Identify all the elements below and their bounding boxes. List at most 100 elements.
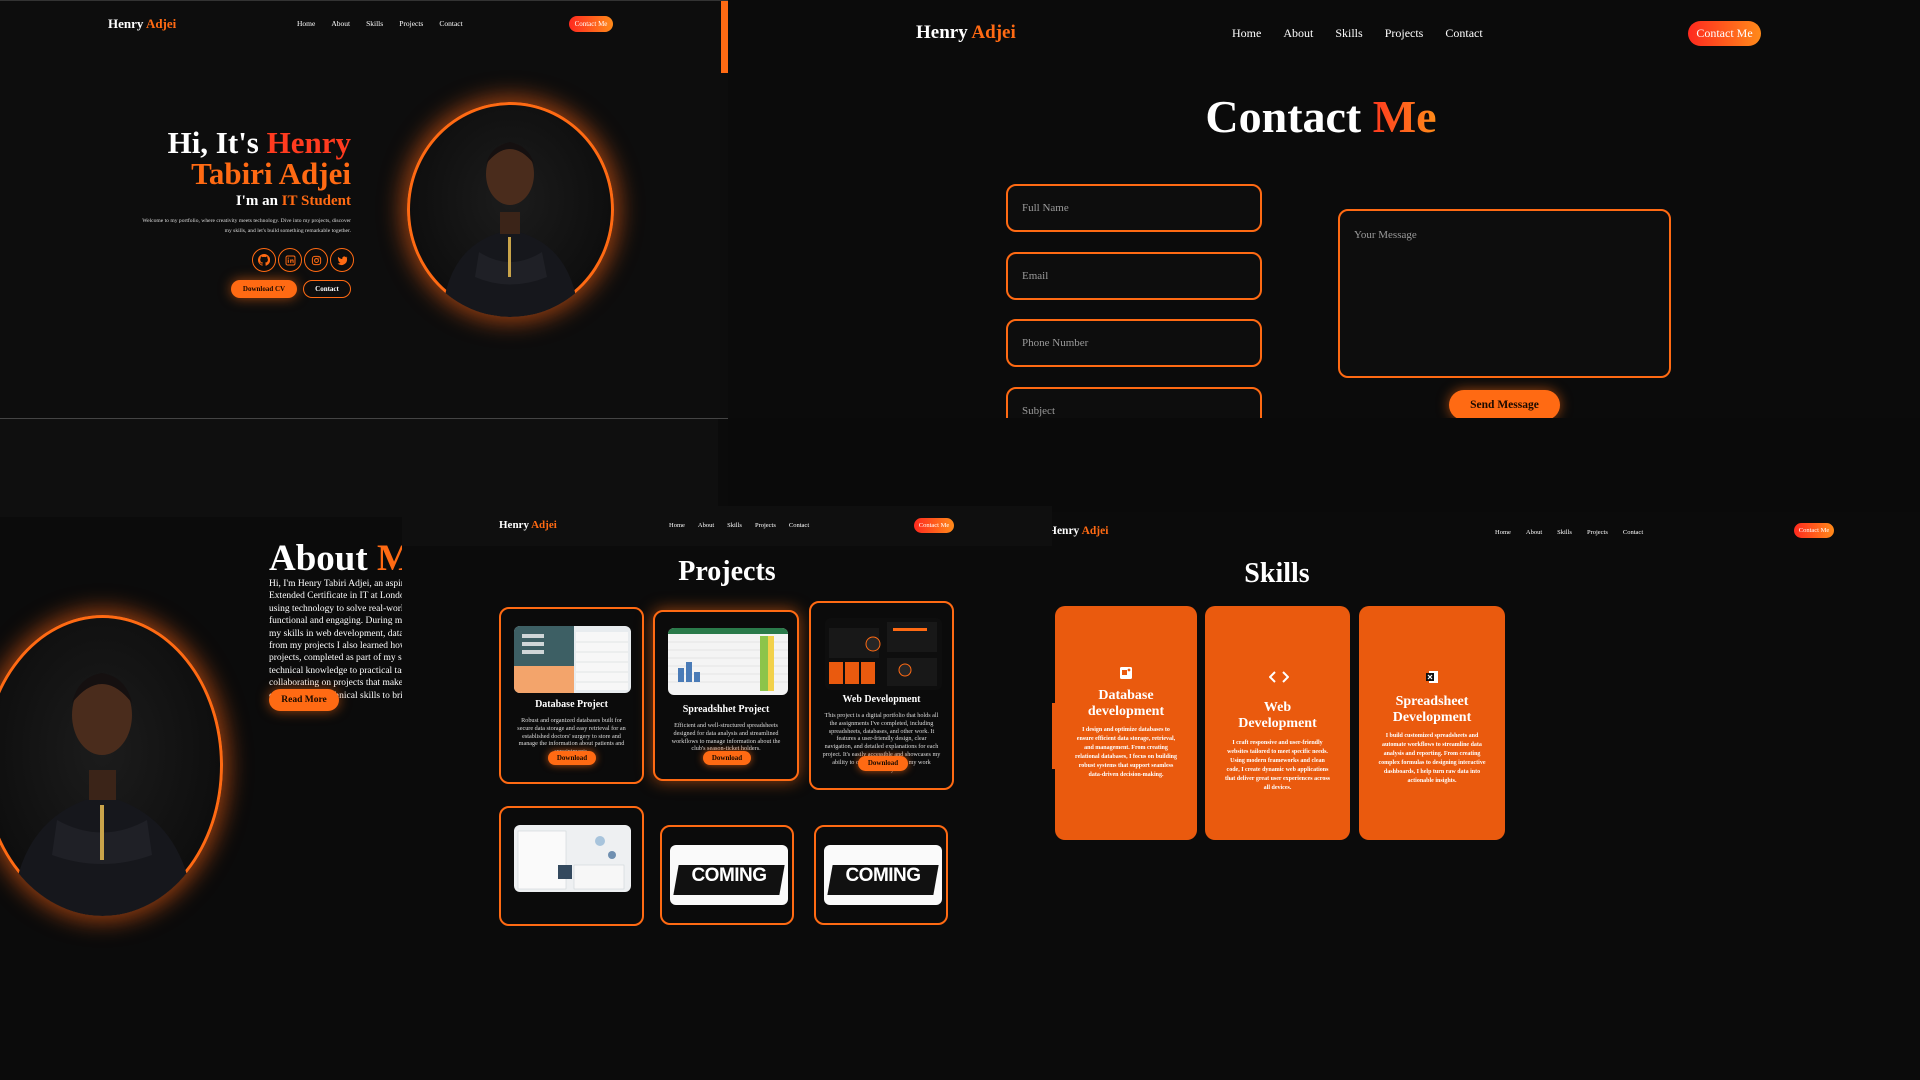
projects-title: Projects xyxy=(678,556,776,587)
skill-title-line1: Web xyxy=(1263,700,1292,715)
skills-nav-cta-button[interactable]: Contact Me xyxy=(1794,523,1834,538)
about-line: my skills in web development, database xyxy=(269,628,405,639)
hero-intro-line2: my skills, and let's build something rem… xyxy=(224,228,351,234)
contact-nav-about[interactable]: About xyxy=(1283,26,1313,41)
phone-input[interactable]: Phone Number xyxy=(1006,319,1262,367)
coming-soon-thumbnail: COMING xyxy=(670,845,788,905)
skills-brand-logo[interactable]: Henry Adjei xyxy=(1052,525,1108,537)
hero-first-name: Henry xyxy=(266,125,351,160)
contact-me-button[interactable]: Contact Me xyxy=(569,16,613,32)
code-icon xyxy=(1268,670,1290,684)
skill-title-line2: Development xyxy=(1238,716,1317,732)
projects-navbar: Henry Adjei Home About Skills Projects C… xyxy=(402,506,1052,546)
message-textarea[interactable]: Your Message xyxy=(1338,209,1671,378)
project-download-button[interactable]: Download xyxy=(548,751,596,765)
about-profile-photo xyxy=(0,615,223,916)
nav-projects[interactable]: Projects xyxy=(399,19,423,28)
projects-brand-logo[interactable]: Henry Adjei xyxy=(499,519,557,531)
contact-nav-contact[interactable]: Contact xyxy=(1445,26,1482,41)
project-thumbnail xyxy=(514,626,631,693)
coming-soon-label: COMING xyxy=(691,865,767,886)
send-message-button[interactable]: Send Message xyxy=(1449,390,1560,418)
hero-intro: Welcome to my portfolio, where creativit… xyxy=(142,216,351,236)
projects-nav-links: Home About Skills Projects Contact xyxy=(669,522,809,529)
about-top-strip xyxy=(0,419,718,517)
brand-first: Henry xyxy=(108,16,144,31)
projects-nav-home[interactable]: Home xyxy=(669,522,685,529)
instagram-icon[interactable] xyxy=(304,248,328,272)
twitter-icon[interactable] xyxy=(330,248,354,272)
about-line: Hi, I'm Henry Tabiri Adjei, an aspiring … xyxy=(269,579,405,589)
contact-title: Contact Me xyxy=(728,90,1920,143)
orange-edge-bar xyxy=(721,1,728,73)
excel-icon xyxy=(1425,670,1439,684)
about-line: functional and engaging. During my co xyxy=(269,616,405,627)
project-download-button[interactable]: Download xyxy=(858,756,908,771)
email-input[interactable]: Email xyxy=(1006,252,1262,300)
hero-profile-photo xyxy=(407,102,614,317)
nav-home[interactable]: Home xyxy=(297,19,315,28)
project-card-coming-soon-2: COMING xyxy=(814,825,948,925)
nav-contact[interactable]: Contact xyxy=(439,19,462,28)
about-line: from my projects I also learned how the xyxy=(269,641,405,652)
projects-panel: Henry Adjei Home About Skills Projects C… xyxy=(402,506,1052,1080)
skills-nav-about[interactable]: About xyxy=(1526,529,1542,536)
project-description: Efficient and well-structured spreadshee… xyxy=(671,722,781,753)
about-line: Extended Certificate in IT at London Sc xyxy=(269,591,405,602)
about-line: technical knowledge to practical tasks. … xyxy=(269,665,405,676)
skill-card-web-development: Web Development I craft responsive and u… xyxy=(1205,606,1350,840)
skills-nav-home[interactable]: Home xyxy=(1495,529,1511,536)
full-name-input[interactable]: Full Name xyxy=(1006,184,1262,232)
skill-title-line1: Database xyxy=(1098,688,1154,703)
contact-nav-projects[interactable]: Projects xyxy=(1385,26,1424,41)
project-thumbnail xyxy=(514,825,631,892)
brand-logo[interactable]: Henry Adjei xyxy=(108,16,176,32)
contact-navbar: Henry Adjei Home About Skills Projects C… xyxy=(728,0,1920,62)
hero-role: I'm an IT Student xyxy=(236,193,351,210)
skills-nav-skills[interactable]: Skills xyxy=(1557,529,1572,536)
contact-nav-links: Home About Skills Projects Contact xyxy=(1232,26,1483,41)
about-person-illustration xyxy=(12,673,194,916)
nav-skills[interactable]: Skills xyxy=(366,19,383,28)
project-download-button[interactable]: Download xyxy=(703,751,751,765)
contact-nav-home[interactable]: Home xyxy=(1232,26,1261,41)
skill-description: I design and optimize databases to ensur… xyxy=(1075,727,1177,778)
about-title-a: About xyxy=(269,538,368,579)
skill-description: I build customized spreadsheets and auto… xyxy=(1378,733,1486,784)
projects-nav-contact[interactable]: Contact xyxy=(789,522,809,529)
project-card-row2-1 xyxy=(499,806,644,926)
project-thumbnail xyxy=(825,618,942,690)
subject-input[interactable]: Subject xyxy=(1006,387,1262,418)
project-title: Web Development xyxy=(842,694,921,705)
contact-nav-cta-button[interactable]: Contact Me xyxy=(1688,21,1761,46)
download-cv-button[interactable]: Download CV xyxy=(231,280,297,298)
skill-title: Database development xyxy=(1055,688,1197,720)
skills-nav-projects[interactable]: Projects xyxy=(1587,529,1608,536)
hero-heading: Hi, It's Henry Tabiri Adjei xyxy=(168,127,351,189)
about-text: Hi, I'm Henry Tabiri Adjei, an aspiring … xyxy=(269,578,405,702)
projects-nav-projects[interactable]: Projects xyxy=(755,522,776,529)
contact-brand-logo[interactable]: Henry Adjei xyxy=(916,22,1016,44)
hero-panel: Henry Adjei Home About Skills Projects C… xyxy=(0,0,728,418)
nav-about[interactable]: About xyxy=(331,19,350,28)
linkedin-icon[interactable] xyxy=(278,248,302,272)
coming-soon-label: COMING xyxy=(845,865,921,886)
project-title: Database Project xyxy=(535,699,608,710)
contact-nav-skills[interactable]: Skills xyxy=(1335,26,1362,41)
projects-nav-skills[interactable]: Skills xyxy=(727,522,742,529)
skill-card-database: Database development I design and optimi… xyxy=(1055,606,1197,840)
projects-nav-cta-button[interactable]: Contact Me xyxy=(914,518,954,533)
contact-panel: Henry Adjei Home About Skills Projects C… xyxy=(728,0,1920,418)
hero-contact-button[interactable]: Contact xyxy=(303,280,351,298)
project-card-web-development: Web Development This project is a digita… xyxy=(809,601,954,790)
about-line: collaborating on projects that make a di xyxy=(269,678,405,689)
projects-brand-first: Henry xyxy=(499,519,529,531)
contact-brand-second: Adjei xyxy=(971,22,1016,43)
github-icon[interactable] xyxy=(252,248,276,272)
projects-nav-about[interactable]: About xyxy=(698,522,714,529)
read-more-button[interactable]: Read More xyxy=(269,689,339,711)
skills-navbar: Henry Adjei Home About Skills Projects C… xyxy=(1052,512,1920,552)
database-icon xyxy=(1119,666,1133,680)
skills-nav-contact[interactable]: Contact xyxy=(1623,529,1643,536)
about-line: using technology to solve real-world pro xyxy=(269,603,405,614)
